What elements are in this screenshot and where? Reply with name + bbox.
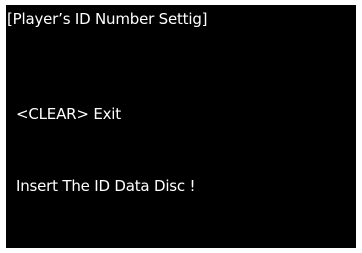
exit-action-label: Exit [93, 105, 121, 123]
game-screen: [Player’s ID Number Settig] <CLEAR> Exit… [6, 5, 356, 248]
insert-disc-message: Insert The ID Data Disc ! [16, 177, 196, 195]
clear-key-label: <CLEAR> [16, 105, 89, 123]
screen-title: [Player’s ID Number Settig] [7, 10, 208, 28]
clear-exit-option[interactable]: <CLEAR> Exit [16, 105, 121, 123]
